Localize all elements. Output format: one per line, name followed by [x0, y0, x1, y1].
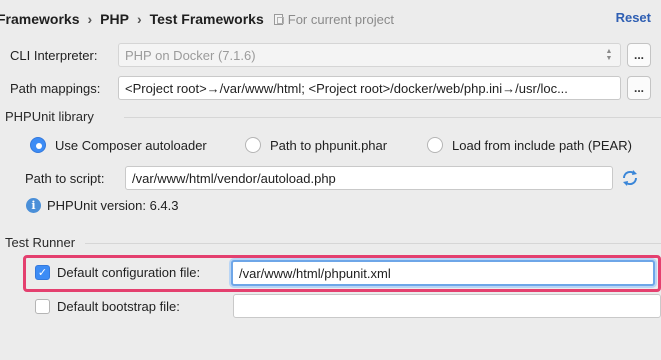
reload-icon[interactable] [620, 168, 640, 188]
cli-interpreter-select[interactable]: PHP on Docker (7.1.6) ▲ ▼ [118, 43, 621, 67]
default-configuration-file-field[interactable]: /var/www/html/phpunit.xml [231, 260, 655, 286]
default-configuration-file-value: /var/www/html/phpunit.xml [239, 265, 391, 281]
path-mappings-browse-button[interactable]: ... [627, 76, 651, 100]
default-bootstrap-file-checkbox[interactable]: Default bootstrap file: [35, 299, 180, 314]
radio-use-composer-autoloader[interactable]: Use Composer autoloader [30, 137, 207, 153]
info-icon: i [26, 198, 41, 213]
default-configuration-file-checkbox[interactable]: ✓ Default configuration file: [35, 265, 200, 280]
breadcrumb-item-php[interactable]: PHP [100, 11, 129, 27]
default-bootstrap-file-label: Default bootstrap file: [57, 299, 180, 314]
breadcrumb-item-test-frameworks: Test Frameworks [149, 11, 264, 27]
cli-interpreter-value: PHP on Docker (7.1.6) [125, 47, 256, 63]
default-bootstrap-file-field[interactable] [233, 294, 661, 318]
phpunit-version-text: PHPUnit version: 6.4.3 [47, 198, 179, 213]
path-to-script-label: Path to script: [25, 171, 105, 186]
scope-indicator: For current project [273, 11, 394, 27]
breadcrumb-separator: › [87, 11, 93, 27]
phpunit-version-info: i PHPUnit version: 6.4.3 [26, 198, 179, 213]
section-divider [85, 243, 661, 244]
path-to-script-value: /var/www/html/vendor/autoload.php [132, 170, 336, 186]
phpunit-library-section-title: PHPUnit library [5, 109, 94, 124]
cli-interpreter-label: CLI Interpreter: [10, 48, 98, 63]
radio-button[interactable] [245, 137, 261, 153]
breadcrumb: Frameworks › PHP › Test Frameworks For c… [0, 10, 394, 28]
breadcrumb-separator: › [136, 11, 142, 27]
radio-load-from-include-path[interactable]: Load from include path (PEAR) [427, 137, 632, 153]
path-mappings-field[interactable]: <Project root>→/var/www/html; <Project r… [118, 76, 621, 100]
checkbox-unchecked[interactable] [35, 299, 50, 314]
combo-arrows-icon: ▲ ▼ [605, 48, 613, 62]
breadcrumb-item-frameworks[interactable]: Frameworks [0, 11, 79, 27]
path-mappings-label: Path mappings: [10, 81, 101, 96]
radio-label: Path to phpunit.phar [270, 137, 388, 153]
radio-button-checked[interactable] [30, 137, 46, 153]
radio-path-to-phpunit-phar[interactable]: Path to phpunit.phar [245, 137, 387, 153]
radio-label: Use Composer autoloader [55, 137, 207, 153]
section-divider [124, 117, 661, 118]
scope-label: For current project [287, 11, 394, 27]
path-to-script-field[interactable]: /var/www/html/vendor/autoload.php [125, 166, 613, 190]
checkmark-icon[interactable]: ✓ [35, 265, 50, 280]
default-configuration-file-label: Default configuration file: [57, 265, 201, 280]
test-runner-section-title: Test Runner [5, 235, 76, 250]
document-icon [273, 13, 284, 25]
radio-button[interactable] [427, 137, 443, 153]
path-mappings-value: <Project root>→/var/www/html; <Project r… [125, 80, 568, 96]
radio-label: Load from include path (PEAR) [452, 137, 632, 153]
cli-interpreter-browse-button[interactable]: ... [627, 43, 651, 67]
reset-link[interactable]: Reset [616, 10, 651, 25]
